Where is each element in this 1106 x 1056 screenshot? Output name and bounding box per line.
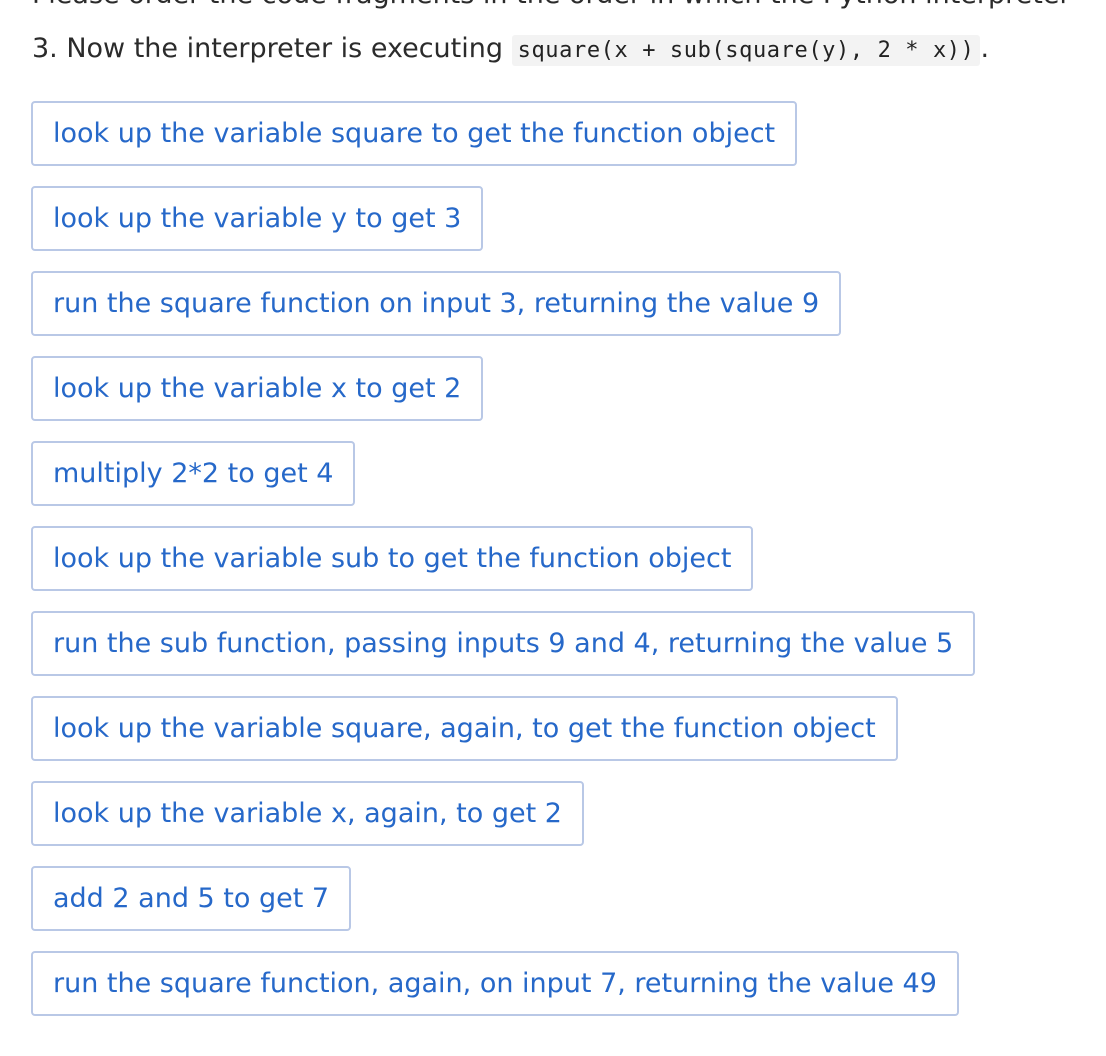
instructions-suffix: . bbox=[980, 33, 990, 64]
code-fragment[interactable]: run the sub function, passing inputs 9 a… bbox=[31, 611, 976, 676]
code-fragment[interactable]: look up the variable x to get 2 bbox=[31, 356, 484, 421]
code-fragment[interactable]: look up the variable square, again, to g… bbox=[31, 696, 898, 761]
code-fragment[interactable]: look up the variable y to get 3 bbox=[31, 186, 484, 251]
code-expression: square(x + sub(square(y), 2 * x)) bbox=[511, 35, 981, 66]
code-fragment[interactable]: look up the variable sub to get the func… bbox=[31, 526, 754, 591]
instructions: Please order the code fragments in the o… bbox=[32, 0, 1106, 75]
instructions-line-1: Please order the code fragments in the o… bbox=[32, 0, 1071, 12]
code-fragment[interactable]: look up the variable x, again, to get 2 bbox=[31, 781, 584, 846]
code-fragment[interactable]: multiply 2*2 to get 4 bbox=[31, 441, 356, 506]
code-fragment[interactable]: add 2 and 5 to get 7 bbox=[31, 866, 352, 931]
code-fragment[interactable]: run the square function on input 3, retu… bbox=[31, 271, 842, 336]
instructions-line-2: 3. Now the interpreter is executing squa… bbox=[32, 32, 989, 68]
instructions-prefix: 3. Now the interpreter is executing bbox=[32, 33, 512, 64]
fragment-list: look up the variable square to get the f… bbox=[31, 101, 1091, 1036]
code-fragment[interactable]: run the square function, again, on input… bbox=[31, 951, 959, 1016]
code-fragment[interactable]: look up the variable square to get the f… bbox=[31, 101, 798, 166]
